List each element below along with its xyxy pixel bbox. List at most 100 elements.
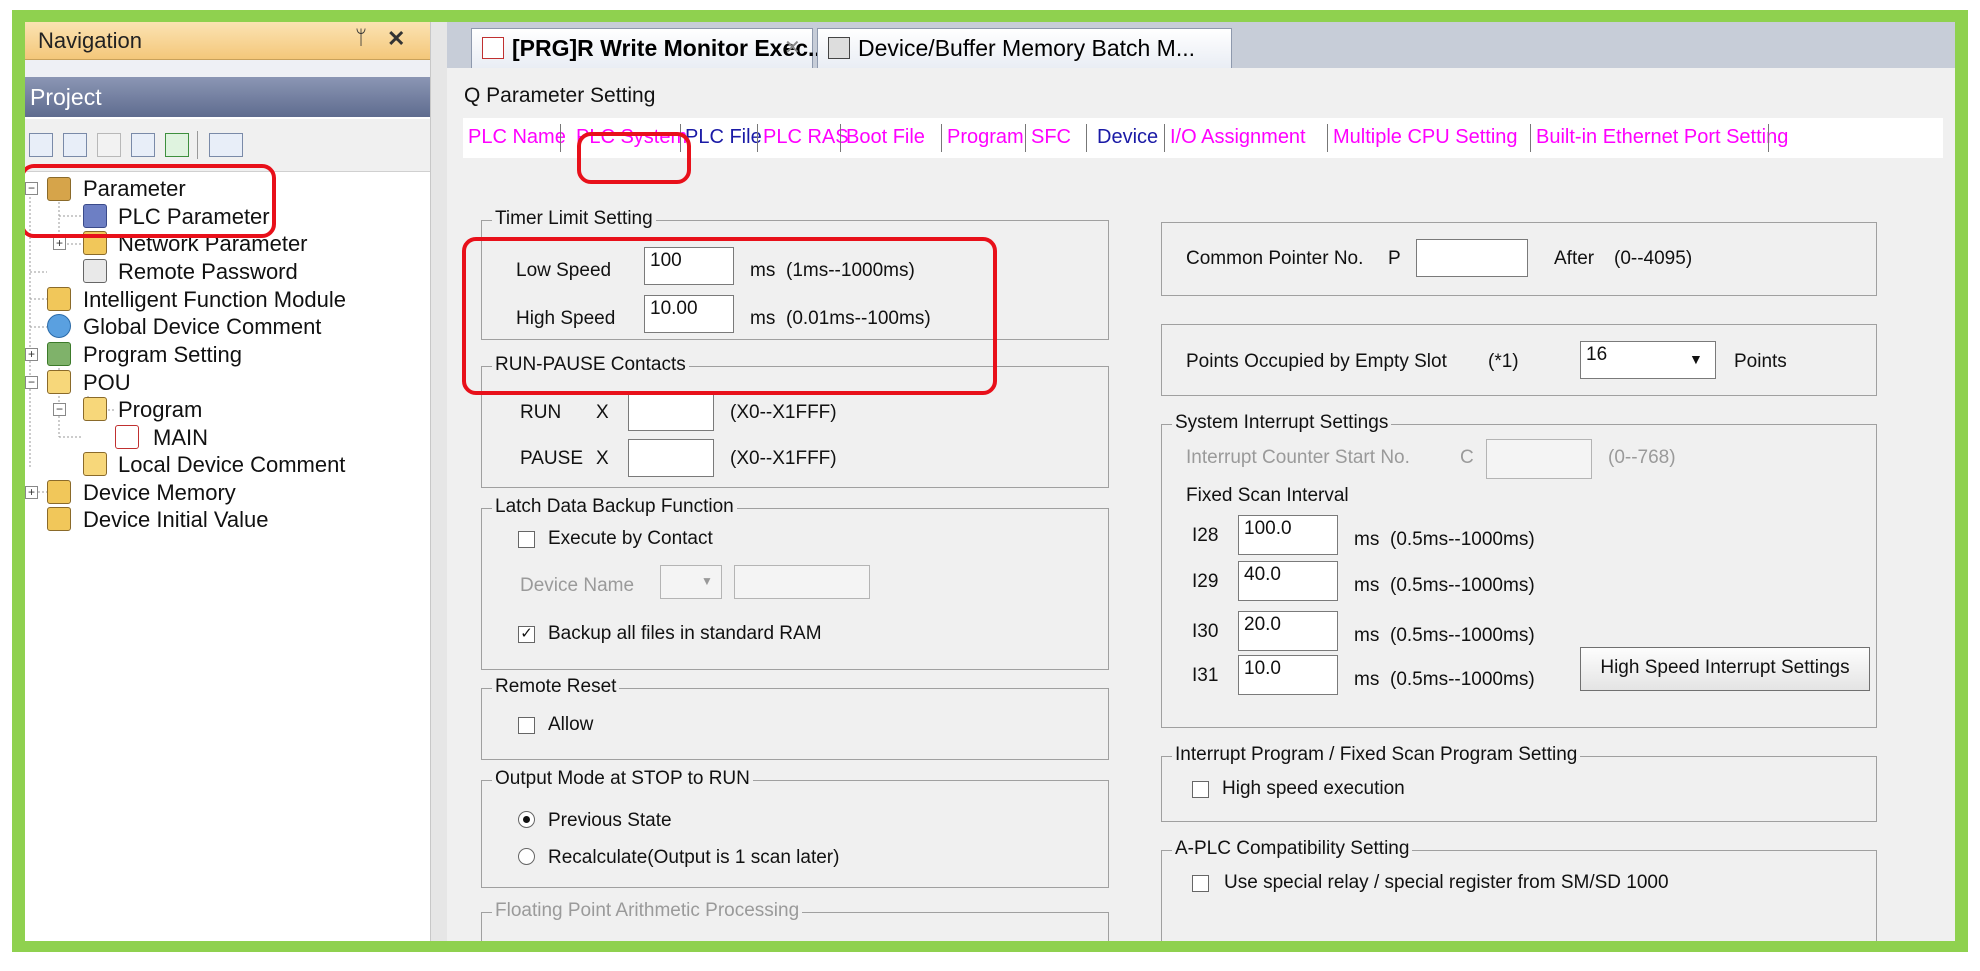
project-title: Project bbox=[30, 84, 102, 110]
allow-remote-reset-checkbox[interactable] bbox=[518, 717, 535, 734]
new-icon[interactable] bbox=[29, 133, 53, 157]
execute-by-contact-label: Execute by Contact bbox=[548, 528, 713, 549]
use-special-relay-checkbox[interactable] bbox=[1192, 875, 1209, 892]
tree-item-device-initial-value[interactable]: Device Initial Value bbox=[83, 507, 268, 533]
fixed-scan-interval-label: Fixed Scan Interval bbox=[1186, 485, 1349, 506]
tab-plc-file[interactable]: PLC File bbox=[685, 126, 762, 149]
aplc-compatibility-group: A-PLC Compatibility Setting Use special … bbox=[1161, 838, 1877, 941]
nav-spacer bbox=[25, 60, 430, 77]
pin-icon[interactable]: ᛘ bbox=[355, 27, 367, 50]
tree-expander[interactable]: + bbox=[53, 237, 66, 250]
high-speed-interrupt-settings-button[interactable]: High Speed Interrupt Settings bbox=[1580, 647, 1870, 691]
tree-item-pou[interactable]: POU bbox=[83, 370, 131, 396]
i30-label: I30 bbox=[1192, 621, 1219, 642]
tab-separator bbox=[1086, 124, 1087, 152]
remote-password-icon bbox=[83, 259, 107, 283]
common-pointer-group: Common Pointer No. P After (0--4095) bbox=[1161, 222, 1877, 296]
i30-input[interactable]: 20.0 bbox=[1238, 611, 1338, 651]
tab-separator bbox=[757, 124, 758, 152]
tab-separator bbox=[941, 124, 942, 152]
backup-all-files-checkbox[interactable]: ✓ bbox=[518, 626, 535, 643]
i30-unit: ms bbox=[1354, 625, 1380, 646]
i31-input[interactable]: 10.0 bbox=[1238, 655, 1338, 695]
empty-slot-label: Points Occupied by Empty Slot bbox=[1186, 351, 1447, 372]
tab-program[interactable]: Program bbox=[947, 126, 1024, 149]
recalculate-radio[interactable] bbox=[518, 848, 535, 865]
tab-separator bbox=[840, 124, 841, 152]
tree-item-program-setting[interactable]: Program Setting bbox=[83, 342, 242, 368]
tab-prg-write-monitor[interactable]: [PRG]R Write Monitor Exec... ✕ bbox=[471, 28, 827, 68]
remote-reset-group: Remote Reset Allow bbox=[481, 676, 1109, 760]
close-icon[interactable]: ✕ bbox=[784, 35, 801, 60]
ladder-program-icon bbox=[115, 425, 139, 449]
high-speed-execution-label: High speed execution bbox=[1222, 778, 1405, 799]
intelligent-function-module-icon bbox=[47, 287, 71, 311]
interrupt-program-group: Interrupt Program / Fixed Scan Program S… bbox=[1161, 744, 1877, 822]
tree-item-remote-password[interactable]: Remote Password bbox=[118, 259, 298, 285]
tree-expander[interactable]: + bbox=[25, 486, 38, 499]
i29-input[interactable]: 40.0 bbox=[1238, 561, 1338, 601]
system-interrupt-title: System Interrupt Settings bbox=[1172, 412, 1392, 434]
pause-range: (X0--X1FFF) bbox=[730, 448, 837, 469]
tab-label: Device/Buffer Memory Batch M... bbox=[858, 35, 1196, 61]
close-icon[interactable]: ✕ bbox=[387, 26, 405, 52]
execute-by-contact-checkbox[interactable] bbox=[518, 531, 535, 548]
project-tree: − Parameter PLC Parameter + Network Para… bbox=[25, 172, 430, 941]
ladder-program-icon bbox=[482, 37, 504, 59]
empty-slot-group: Points Occupied by Empty Slot (*1) 16 ▼ … bbox=[1161, 324, 1877, 396]
refresh-icon[interactable] bbox=[165, 133, 189, 157]
i28-label: I28 bbox=[1192, 525, 1219, 546]
i31-label: I31 bbox=[1192, 665, 1219, 686]
tab-device[interactable]: Device bbox=[1097, 126, 1158, 149]
tab-boot-file[interactable]: Boot File bbox=[846, 126, 925, 149]
high-speed-execution-checkbox[interactable] bbox=[1192, 781, 1209, 798]
i31-unit: ms bbox=[1354, 669, 1380, 690]
tab-separator bbox=[1164, 124, 1165, 152]
tab-plc-name[interactable]: PLC Name bbox=[468, 126, 566, 149]
highlight-plc-parameter bbox=[25, 164, 276, 238]
tab-sfc[interactable]: SFC bbox=[1031, 126, 1071, 149]
folder-icon bbox=[47, 370, 71, 394]
run-contact-input[interactable] bbox=[628, 393, 714, 431]
run-range: (X0--X1FFF) bbox=[730, 402, 837, 423]
tree-item-program[interactable]: Program bbox=[118, 397, 202, 423]
settings-dropdown-icon[interactable] bbox=[209, 133, 243, 157]
pause-contact-input[interactable] bbox=[628, 439, 714, 477]
copy-icon[interactable] bbox=[63, 133, 87, 157]
latch-backup-group: Latch Data Backup Function Execute by Co… bbox=[481, 496, 1109, 670]
tree-item-device-memory[interactable]: Device Memory bbox=[83, 480, 236, 506]
i29-unit: ms bbox=[1354, 575, 1380, 596]
tab-io-assignment[interactable]: I/O Assignment bbox=[1170, 126, 1306, 149]
interrupt-program-title: Interrupt Program / Fixed Scan Program S… bbox=[1172, 744, 1581, 766]
program-setting-icon bbox=[47, 342, 71, 366]
chevron-down-icon[interactable]: ▼ bbox=[1689, 351, 1703, 367]
tree-item-intelligent-function-module[interactable]: Intelligent Function Module bbox=[83, 287, 346, 313]
i28-input[interactable]: 100.0 bbox=[1238, 515, 1338, 555]
tree-expander[interactable]: + bbox=[25, 348, 38, 361]
document-tab-bar: [PRG]R Write Monitor Exec... ✕ Device/Bu… bbox=[447, 22, 1955, 68]
tab-device-buffer-memory[interactable]: Device/Buffer Memory Batch M... bbox=[817, 28, 1232, 68]
aplc-compatibility-title: A-PLC Compatibility Setting bbox=[1172, 838, 1413, 860]
device-name-select: ▼ bbox=[660, 565, 722, 599]
i28-range: (0.5ms--1000ms) bbox=[1390, 529, 1535, 550]
empty-slot-select[interactable]: 16 ▼ bbox=[1580, 341, 1716, 379]
common-pointer-input[interactable] bbox=[1416, 239, 1528, 277]
tab-multiple-cpu-setting[interactable]: Multiple CPU Setting bbox=[1333, 126, 1518, 149]
project-bar: Project bbox=[25, 77, 430, 117]
tree-expander[interactable]: − bbox=[53, 403, 66, 416]
tree-expander[interactable]: − bbox=[25, 376, 38, 389]
run-x-label: X bbox=[596, 402, 609, 423]
tab-plc-ras[interactable]: PLC RAS bbox=[763, 126, 849, 149]
folder-icon bbox=[83, 397, 107, 421]
tree-item-global-device-comment[interactable]: Global Device Comment bbox=[83, 314, 321, 340]
tree-item-local-device-comment[interactable]: Local Device Comment bbox=[118, 452, 345, 478]
properties-icon[interactable] bbox=[131, 133, 155, 157]
previous-state-radio[interactable] bbox=[518, 811, 535, 828]
i31-range: (0.5ms--1000ms) bbox=[1390, 669, 1535, 690]
common-pointer-label: Common Pointer No. bbox=[1186, 248, 1364, 269]
tree-item-main[interactable]: MAIN bbox=[153, 425, 208, 451]
tab-built-in-ethernet-port-setting[interactable]: Built-in Ethernet Port Setting bbox=[1536, 126, 1788, 149]
paste-icon[interactable] bbox=[97, 133, 121, 157]
interrupt-counter-label: Interrupt Counter Start No. bbox=[1186, 447, 1410, 468]
floating-point-group: Floating Point Arithmetic Processing bbox=[481, 900, 1109, 941]
